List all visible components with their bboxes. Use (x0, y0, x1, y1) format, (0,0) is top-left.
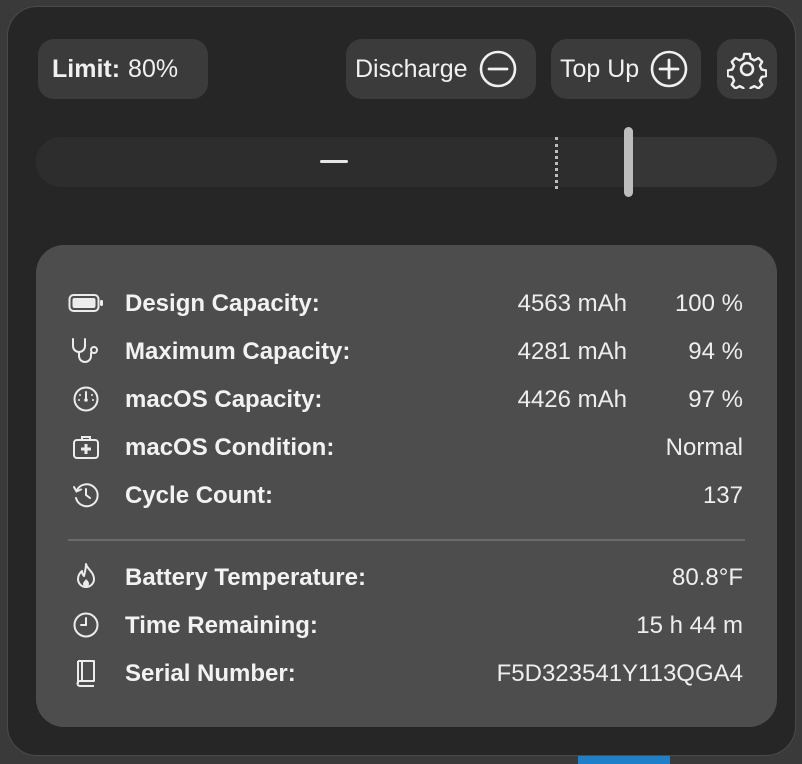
info-mah: 4426 mAh (517, 386, 627, 413)
info-row-macos-condition: macOS Condition: Normal (36, 427, 777, 467)
info-value: 100 % (674, 290, 743, 317)
info-label: Serial Number: (125, 660, 296, 687)
info-row-battery-temperature: Battery Temperature: 80.8°F (36, 557, 777, 597)
medical-bag-icon (68, 433, 104, 461)
flame-icon (68, 563, 104, 591)
top-up-label: Top Up (560, 54, 640, 83)
top-up-button[interactable]: Top Up (551, 39, 701, 99)
minus-circle-icon (478, 49, 518, 89)
battery-popover: Limit: 80% Discharge Top Up Design Capac… (7, 6, 796, 756)
info-label: Time Remaining: (125, 612, 318, 639)
info-row-cycle-count: Cycle Count: 137 (36, 475, 777, 515)
clock-icon (68, 611, 104, 639)
info-label: macOS Capacity: (125, 386, 323, 413)
info-value: 80.8°F (672, 564, 743, 591)
info-row-serial-number: Serial Number: F5D323541Y113QGA4 (36, 653, 777, 693)
info-value: F5D323541Y113QGA4 (496, 660, 743, 687)
slider-knob[interactable] (624, 127, 633, 197)
charge-limit-slider[interactable] (36, 127, 777, 197)
settings-button[interactable] (717, 39, 777, 99)
discharge-button[interactable]: Discharge (346, 39, 536, 99)
info-row-maximum-capacity: Maximum Capacity: 4281 mAh 94 % (36, 331, 777, 371)
info-row-macos-capacity: macOS Capacity: 4426 mAh 97 % (36, 379, 777, 419)
history-icon (68, 481, 104, 509)
discharge-label: Discharge (355, 54, 468, 83)
info-label: Maximum Capacity: (125, 338, 351, 365)
divider (68, 539, 745, 541)
charge-level-marker (555, 137, 558, 189)
info-mah: 4563 mAh (517, 290, 627, 317)
gear-icon (727, 49, 767, 89)
book-icon (68, 659, 104, 687)
info-value: 137 (702, 482, 743, 509)
info-row-time-remaining: Time Remaining: 15 h 44 m (36, 605, 777, 645)
info-value: 15 h 44 m (636, 612, 743, 639)
info-label: macOS Condition: (125, 434, 335, 461)
info-label: Cycle Count: (125, 482, 274, 509)
plus-circle-icon (649, 49, 689, 89)
info-value: 97 % (688, 386, 743, 413)
stethoscope-icon (68, 337, 104, 365)
info-label: Design Capacity: (125, 290, 320, 317)
info-value: 94 % (688, 338, 743, 365)
info-label: Battery Temperature: (125, 564, 366, 591)
battery-info-panel: Design Capacity: 4563 mAh 100 % Maximum … (36, 245, 777, 727)
info-value: Normal (665, 434, 743, 461)
limit-indicator: Limit: 80% (38, 39, 208, 99)
info-mah: 4281 mAh (517, 338, 627, 365)
info-row-design-capacity: Design Capacity: 4563 mAh 100 % (36, 283, 777, 323)
minus-icon (320, 160, 348, 163)
limit-label: Limit: (52, 54, 121, 83)
limit-value: 80% (128, 54, 179, 83)
battery-icon (68, 289, 104, 317)
gauge-icon (68, 385, 104, 413)
